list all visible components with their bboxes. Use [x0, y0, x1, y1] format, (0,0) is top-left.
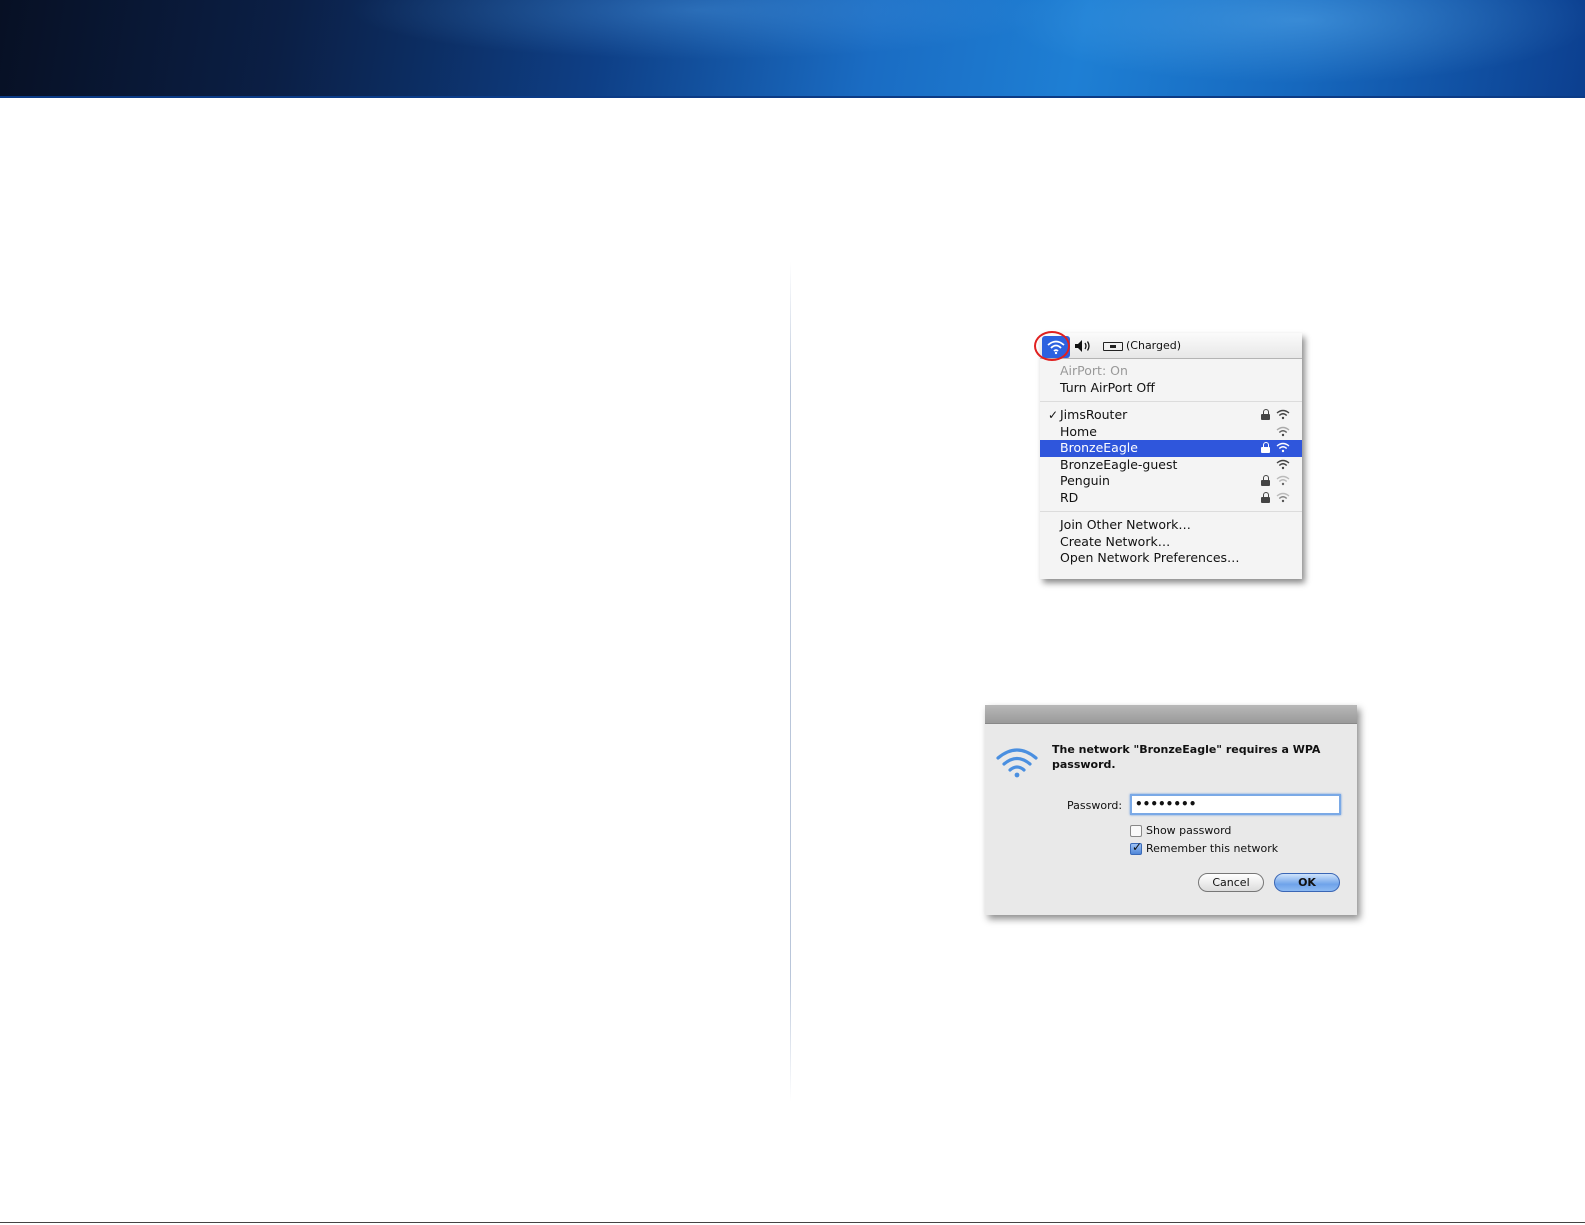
cancel-button[interactable]: Cancel: [1198, 873, 1264, 892]
password-input[interactable]: ••••••••: [1130, 794, 1341, 815]
network-item-rd[interactable]: RD: [1040, 490, 1302, 507]
callout-circle: [1034, 331, 1070, 361]
password-label: Password:: [1067, 799, 1123, 812]
network-item-bronzeeagle[interactable]: BronzeEagle: [1040, 440, 1302, 457]
network-item-home[interactable]: Home: [1040, 424, 1302, 441]
header-rule: [0, 96, 1585, 98]
network-item-bronzeeagle-guest[interactable]: BronzeEagle-guest: [1040, 457, 1302, 474]
menu-bar: (Charged): [1034, 331, 1302, 361]
wifi-signal-icon: [1276, 459, 1290, 469]
ok-button[interactable]: OK: [1274, 873, 1340, 892]
remember-network-label: Remember this network: [1146, 842, 1279, 855]
footer-rule: [0, 1222, 1585, 1223]
lock-icon: [1261, 409, 1270, 420]
header-banner: [0, 0, 1585, 97]
remember-network-option[interactable]: Remember this network: [1130, 840, 1279, 855]
lock-icon: [1261, 491, 1270, 503]
network-item-jimsrouter[interactable]: ✓ JimsRouter: [1040, 407, 1302, 424]
remember-network-checkbox[interactable]: [1130, 840, 1142, 855]
network-name: Home: [1060, 423, 1097, 439]
dialog-message: The network "BronzeEagle" requires a WPA…: [1052, 743, 1321, 771]
show-password-option[interactable]: Show password: [1130, 824, 1231, 837]
column-divider: [790, 262, 791, 1102]
open-network-preferences-item[interactable]: Open Network Preferences…: [1040, 550, 1302, 567]
menu-separator: [1040, 401, 1302, 402]
airport-status: AirPort: On: [1060, 363, 1128, 378]
network-name: JimsRouter: [1060, 407, 1128, 422]
show-password-label: Show password: [1146, 824, 1232, 837]
wifi-signal-icon: [1276, 492, 1290, 502]
speaker-icon: [1075, 340, 1090, 352]
wifi-signal-icon: [1276, 475, 1290, 486]
create-network-item[interactable]: Create Network…: [1040, 534, 1302, 551]
airport-menu-screenshot: (Charged) AirPort: On Turn AirPort Off ✓…: [1034, 331, 1302, 579]
network-name: BronzeEagle-guest: [1060, 456, 1178, 472]
dialog-titlebar: [985, 705, 1357, 724]
network-item-penguin[interactable]: Penguin: [1040, 473, 1302, 490]
show-password-checkbox[interactable]: [1130, 824, 1142, 837]
checkmark-icon: ✓: [1048, 408, 1059, 422]
join-other-network-item[interactable]: Join Other Network…: [1040, 517, 1302, 534]
lock-icon: [1261, 442, 1270, 453]
lock-icon: [1261, 475, 1270, 486]
wifi-signal-icon: [1276, 442, 1290, 453]
network-name: BronzeEagle: [1060, 440, 1138, 455]
network-name: RD: [1060, 489, 1079, 505]
menu-separator: [1040, 511, 1302, 512]
wpa-password-dialog: The network "BronzeEagle" requires a WPA…: [985, 705, 1357, 915]
wifi-signal-icon: [1276, 409, 1290, 420]
wifi-signal-icon: [1276, 426, 1290, 436]
wifi-icon: [996, 748, 1038, 778]
turn-airport-off-item[interactable]: Turn AirPort Off: [1040, 380, 1302, 397]
network-name: Penguin: [1060, 473, 1110, 488]
battery-icon: [1103, 342, 1123, 351]
airport-menu: AirPort: On Turn AirPort Off ✓ JimsRoute…: [1040, 359, 1302, 567]
battery-status: (Charged): [1126, 339, 1182, 352]
